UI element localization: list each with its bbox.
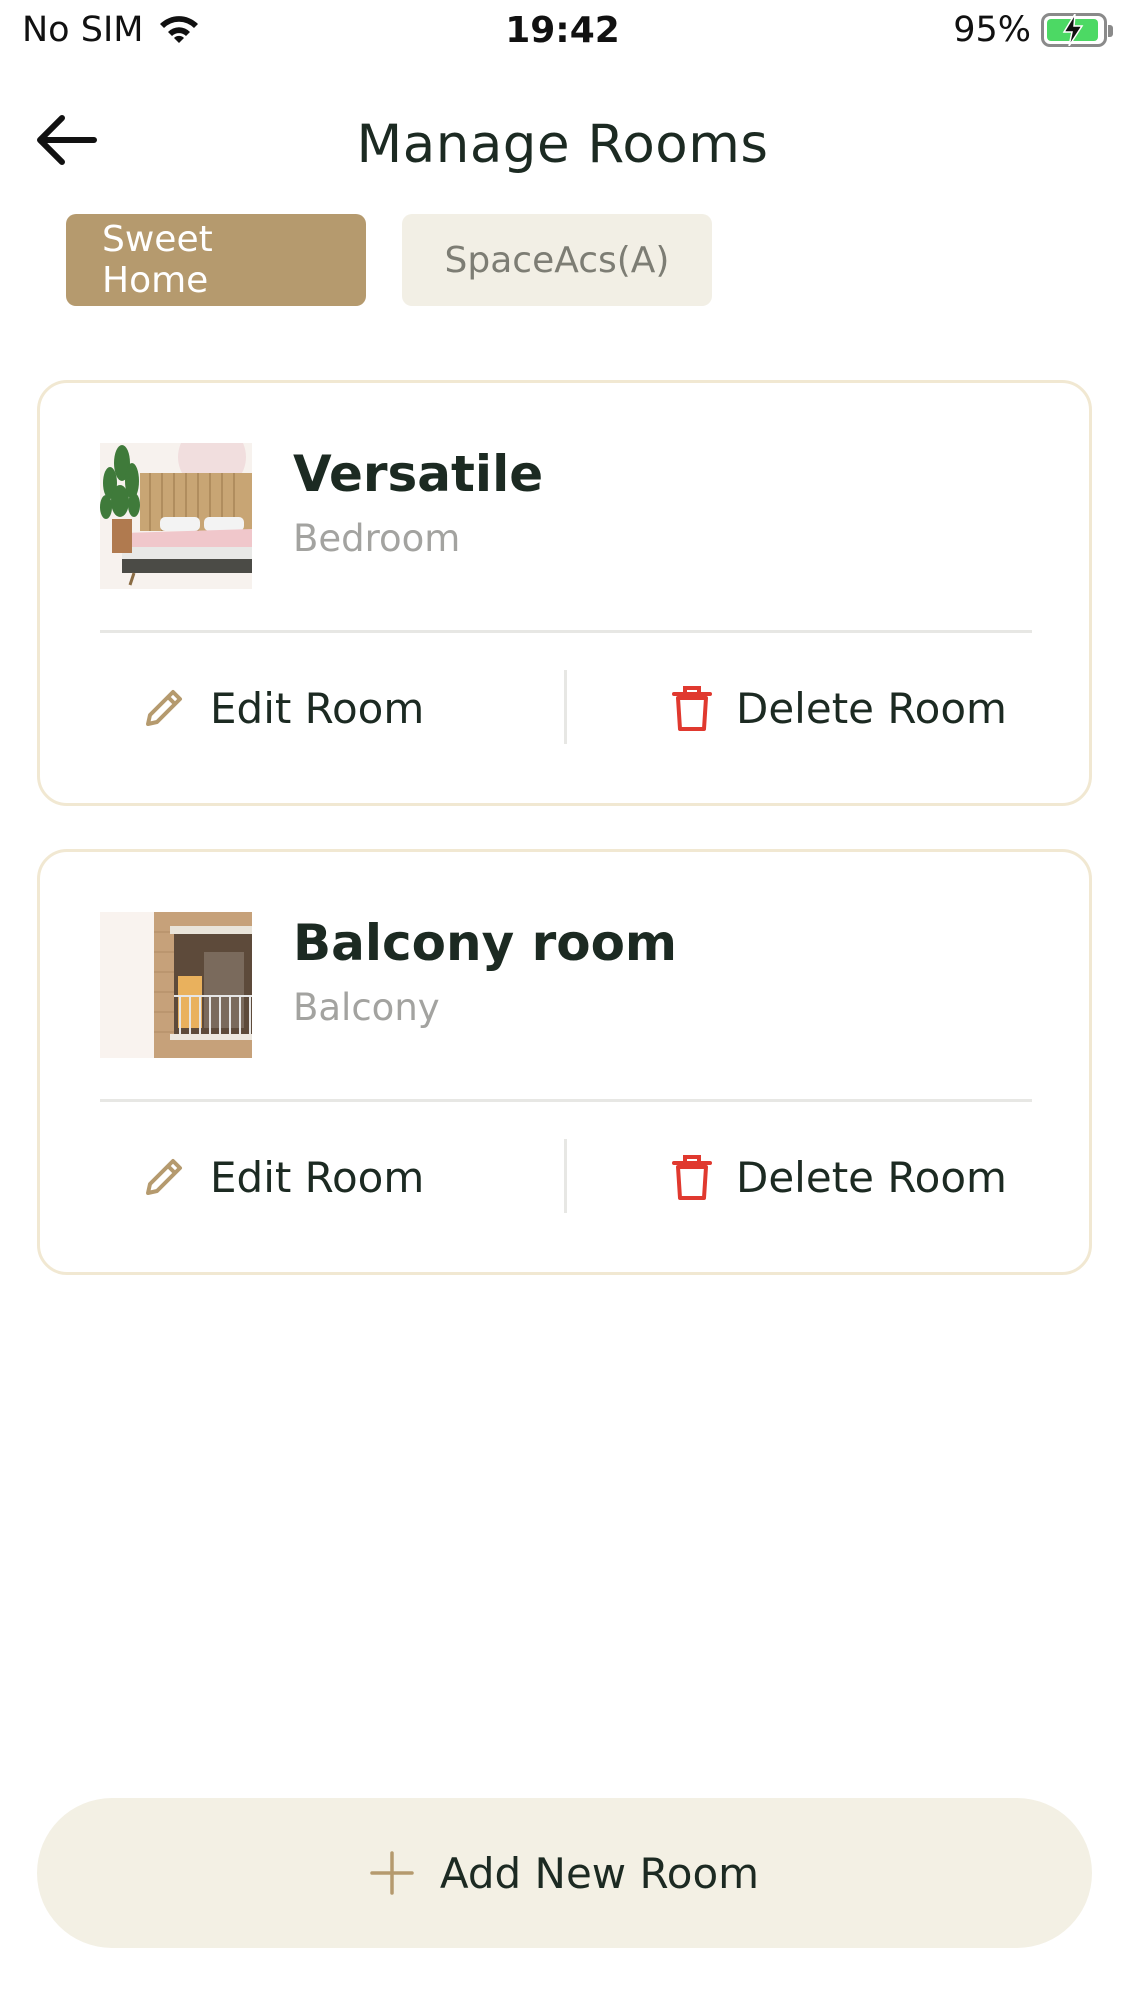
plus-icon <box>370 1851 414 1895</box>
tab-sweet-home[interactable]: Sweet Home <box>66 214 366 306</box>
vertical-divider <box>564 670 567 744</box>
edit-room-label: Edit Room <box>210 683 425 733</box>
room-image-balcony <box>100 912 252 1058</box>
battery-percent: 95% <box>953 10 1031 50</box>
add-new-room-button[interactable]: Add New Room <box>37 1798 1092 1948</box>
room-type: Bedroom <box>293 517 461 560</box>
trash-icon <box>672 1155 712 1200</box>
battery-cap <box>1108 25 1113 37</box>
home-tabs: Sweet Home SpaceAcs(A) <box>66 214 712 306</box>
add-new-room-label: Add New Room <box>439 1848 760 1898</box>
edit-room-button[interactable]: Edit Room <box>140 1142 424 1212</box>
delete-room-label: Delete Room <box>736 683 1007 733</box>
page-title: Manage Rooms <box>356 114 769 175</box>
pencil-icon <box>146 690 182 726</box>
delete-room-button[interactable]: Delete Room <box>670 1142 1007 1212</box>
status-right: 95% <box>953 10 1113 50</box>
bolt-icon <box>1062 14 1084 46</box>
header: Manage Rooms <box>0 90 1125 200</box>
room-name: Versatile <box>293 445 544 503</box>
room-card: Balcony room Balcony Edit Room Delete Ro… <box>37 849 1092 1275</box>
tab-label: SpaceAcs(A) <box>444 239 670 281</box>
status-bar: No SIM 19:42 95% <box>0 0 1125 66</box>
divider <box>100 630 1032 633</box>
delete-room-button[interactable]: Delete Room <box>670 673 1007 743</box>
tab-spaceacs[interactable]: SpaceAcs(A) <box>402 214 712 306</box>
room-image-bedroom <box>100 443 252 589</box>
edit-room-label: Edit Room <box>210 1152 425 1202</box>
delete-room-label: Delete Room <box>736 1152 1007 1202</box>
vertical-divider <box>564 1139 567 1213</box>
edit-room-button[interactable]: Edit Room <box>140 673 424 743</box>
tab-label: Sweet Home <box>102 219 213 301</box>
divider <box>100 1099 1032 1102</box>
pencil-icon <box>146 1159 182 1195</box>
room-name: Balcony room <box>293 914 678 972</box>
room-type: Balcony <box>293 986 440 1029</box>
room-card: Versatile Bedroom Edit Room Delete Room <box>37 380 1092 806</box>
trash-icon <box>672 686 712 731</box>
battery-charging-icon <box>1041 13 1113 47</box>
